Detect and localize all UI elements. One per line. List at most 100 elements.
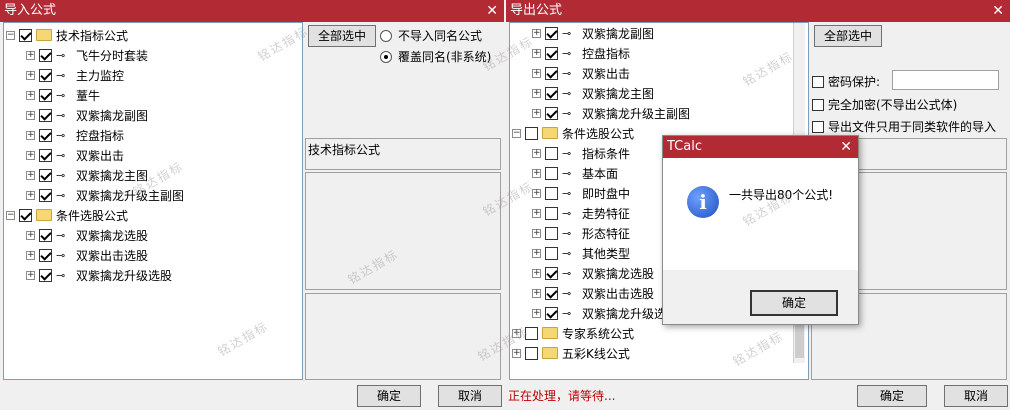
tree-checkbox[interactable] [39,228,52,242]
full-encrypt-checkbox[interactable]: 完全加密(不导出公式体) [812,96,957,113]
tree-checkbox[interactable] [545,206,558,220]
tree-item-node[interactable]: + ⊸ 双紫擒龙升级选股 [26,265,172,285]
tree-checkbox[interactable] [545,166,558,180]
collapse-icon[interactable]: − [512,128,521,138]
tree-item-node[interactable]: + ⊸ 飞牛分时套装 [26,45,148,65]
password-protect-checkbox[interactable]: 密码保护: [812,73,880,90]
expand-icon[interactable]: + [532,68,541,78]
close-icon[interactable]: ✕ [486,0,498,22]
tree-item-node[interactable]: + ⊸ 指标条件 [532,143,630,163]
select-all-button[interactable]: 全部选中 [308,25,376,47]
expand-icon[interactable]: + [532,108,541,118]
collapse-icon[interactable]: − [6,210,15,220]
tree-item-node[interactable]: + ⊸ 双紫擒龙副图 [26,105,148,125]
expand-icon[interactable]: + [532,168,541,178]
tree-checkbox[interactable] [39,168,52,182]
export-ok-button[interactable]: 确定 [857,385,927,407]
tree-folder-node[interactable]: + 五彩K线公式 [512,343,630,363]
import-cancel-button[interactable]: 取消 [438,385,502,407]
tree-checkbox[interactable] [525,126,538,140]
expand-icon[interactable]: + [532,88,541,98]
tree-checkbox[interactable] [19,28,32,42]
expand-icon[interactable]: + [512,328,521,338]
tree-checkbox[interactable] [545,286,558,300]
import-formula-tree[interactable]: − 技术指标公式 + ⊸ 飞牛分时套装 + ⊸ 主力监控 + ⊸ 蕫牛 + ⊸ 双紫擒龙副图 + ⊸ 控盘指标 +… [3,22,303,380]
tree-item-node[interactable]: + ⊸ 走势特征 [532,203,630,223]
expand-icon[interactable]: + [26,250,35,260]
tree-checkbox[interactable] [19,208,32,222]
tree-item-node[interactable]: + ⊸ 其他类型 [532,243,630,263]
dialog-ok-button[interactable]: 确定 [750,290,838,316]
expand-icon[interactable]: + [532,28,541,38]
tree-item-node[interactable]: + ⊸ 双紫擒龙选股 [532,263,654,283]
expand-icon[interactable]: + [532,188,541,198]
expand-icon[interactable]: + [532,308,541,318]
radio-skip-duplicates[interactable]: 不导入同名公式 [380,27,482,44]
tree-folder-node[interactable]: − 条件选股公式 [6,205,128,225]
tree-item-node[interactable]: + ⊸ 双紫擒龙主图 [26,165,148,185]
tree-checkbox[interactable] [545,246,558,260]
tree-item-node[interactable]: + ⊸ 基本面 [532,163,618,183]
tree-checkbox[interactable] [545,46,558,60]
same-software-checkbox[interactable]: 导出文件只用于同类软件的导入 [812,118,996,135]
expand-icon[interactable]: + [26,190,35,200]
export-select-all-button[interactable]: 全部选中 [814,25,882,47]
expand-icon[interactable]: + [26,110,35,120]
tree-item-node[interactable]: + ⊸ 蕫牛 [26,85,100,105]
tree-item-node[interactable]: + ⊸ 控盘指标 [532,43,630,63]
expand-icon[interactable]: + [532,248,541,258]
tree-checkbox[interactable] [39,88,52,102]
tree-item-node[interactable]: + ⊸ 双紫擒龙选股 [26,225,148,245]
import-ok-button[interactable]: 确定 [357,385,421,407]
tree-checkbox[interactable] [525,346,538,360]
tree-checkbox[interactable] [39,108,52,122]
collapse-icon[interactable]: − [6,30,15,40]
tree-checkbox[interactable] [39,268,52,282]
close-icon[interactable]: ✕ [992,0,1004,22]
tree-item-node[interactable]: + ⊸ 双紫擒龙主图 [532,83,654,103]
radio-overwrite-duplicates[interactable]: 覆盖同名(非系统) [380,48,491,65]
tree-item-node[interactable]: + ⊸ 控盘指标 [26,125,124,145]
tree-folder-node[interactable]: − 条件选股公式 [512,123,634,143]
tree-checkbox[interactable] [545,66,558,80]
tree-checkbox[interactable] [39,48,52,62]
tree-checkbox[interactable] [39,68,52,82]
expand-icon[interactable]: + [26,150,35,160]
expand-icon[interactable]: + [26,170,35,180]
expand-icon[interactable]: + [26,230,35,240]
expand-icon[interactable]: + [26,90,35,100]
expand-icon[interactable]: + [532,228,541,238]
tree-item-node[interactable]: + ⊸ 双紫擒龙副图 [532,23,654,43]
expand-icon[interactable]: + [26,270,35,280]
tree-folder-node[interactable]: − 技术指标公式 [6,25,128,45]
tree-checkbox[interactable] [525,326,538,340]
expand-icon[interactable]: + [532,268,541,278]
tree-item-node[interactable]: + ⊸ 双紫出击选股 [26,245,148,265]
tree-checkbox[interactable] [39,148,52,162]
tree-checkbox[interactable] [39,248,52,262]
expand-icon[interactable]: + [26,70,35,80]
export-cancel-button[interactable]: 取消 [944,385,1008,407]
expand-icon[interactable]: + [26,130,35,140]
tree-checkbox[interactable] [545,106,558,120]
tree-item-node[interactable]: + ⊸ 双紫出击选股 [532,283,654,303]
tree-checkbox[interactable] [545,86,558,100]
expand-icon[interactable]: + [532,208,541,218]
tree-item-node[interactable]: + ⊸ 双紫擒龙升级主副图 [26,185,184,205]
tree-checkbox[interactable] [39,188,52,202]
tree-checkbox[interactable] [545,306,558,320]
expand-icon[interactable]: + [532,288,541,298]
tree-item-node[interactable]: + ⊸ 双紫擒龙升级主副图 [532,103,690,123]
tree-item-node[interactable]: + ⊸ 双紫出击 [26,145,124,165]
tree-folder-node[interactable]: + 专家系统公式 [512,323,634,343]
tree-checkbox[interactable] [545,266,558,280]
tree-item-node[interactable]: + ⊸ 双紫出击 [532,63,630,83]
tree-checkbox[interactable] [39,128,52,142]
tree-item-node[interactable]: + ⊸ 主力监控 [26,65,124,85]
expand-icon[interactable]: + [532,148,541,158]
tree-item-node[interactable]: + ⊸ 双紫擒龙升级选 [532,303,666,323]
tree-checkbox[interactable] [545,226,558,240]
tree-item-node[interactable]: + ⊸ 形态特征 [532,223,630,243]
tree-checkbox[interactable] [545,186,558,200]
expand-icon[interactable]: + [26,50,35,60]
